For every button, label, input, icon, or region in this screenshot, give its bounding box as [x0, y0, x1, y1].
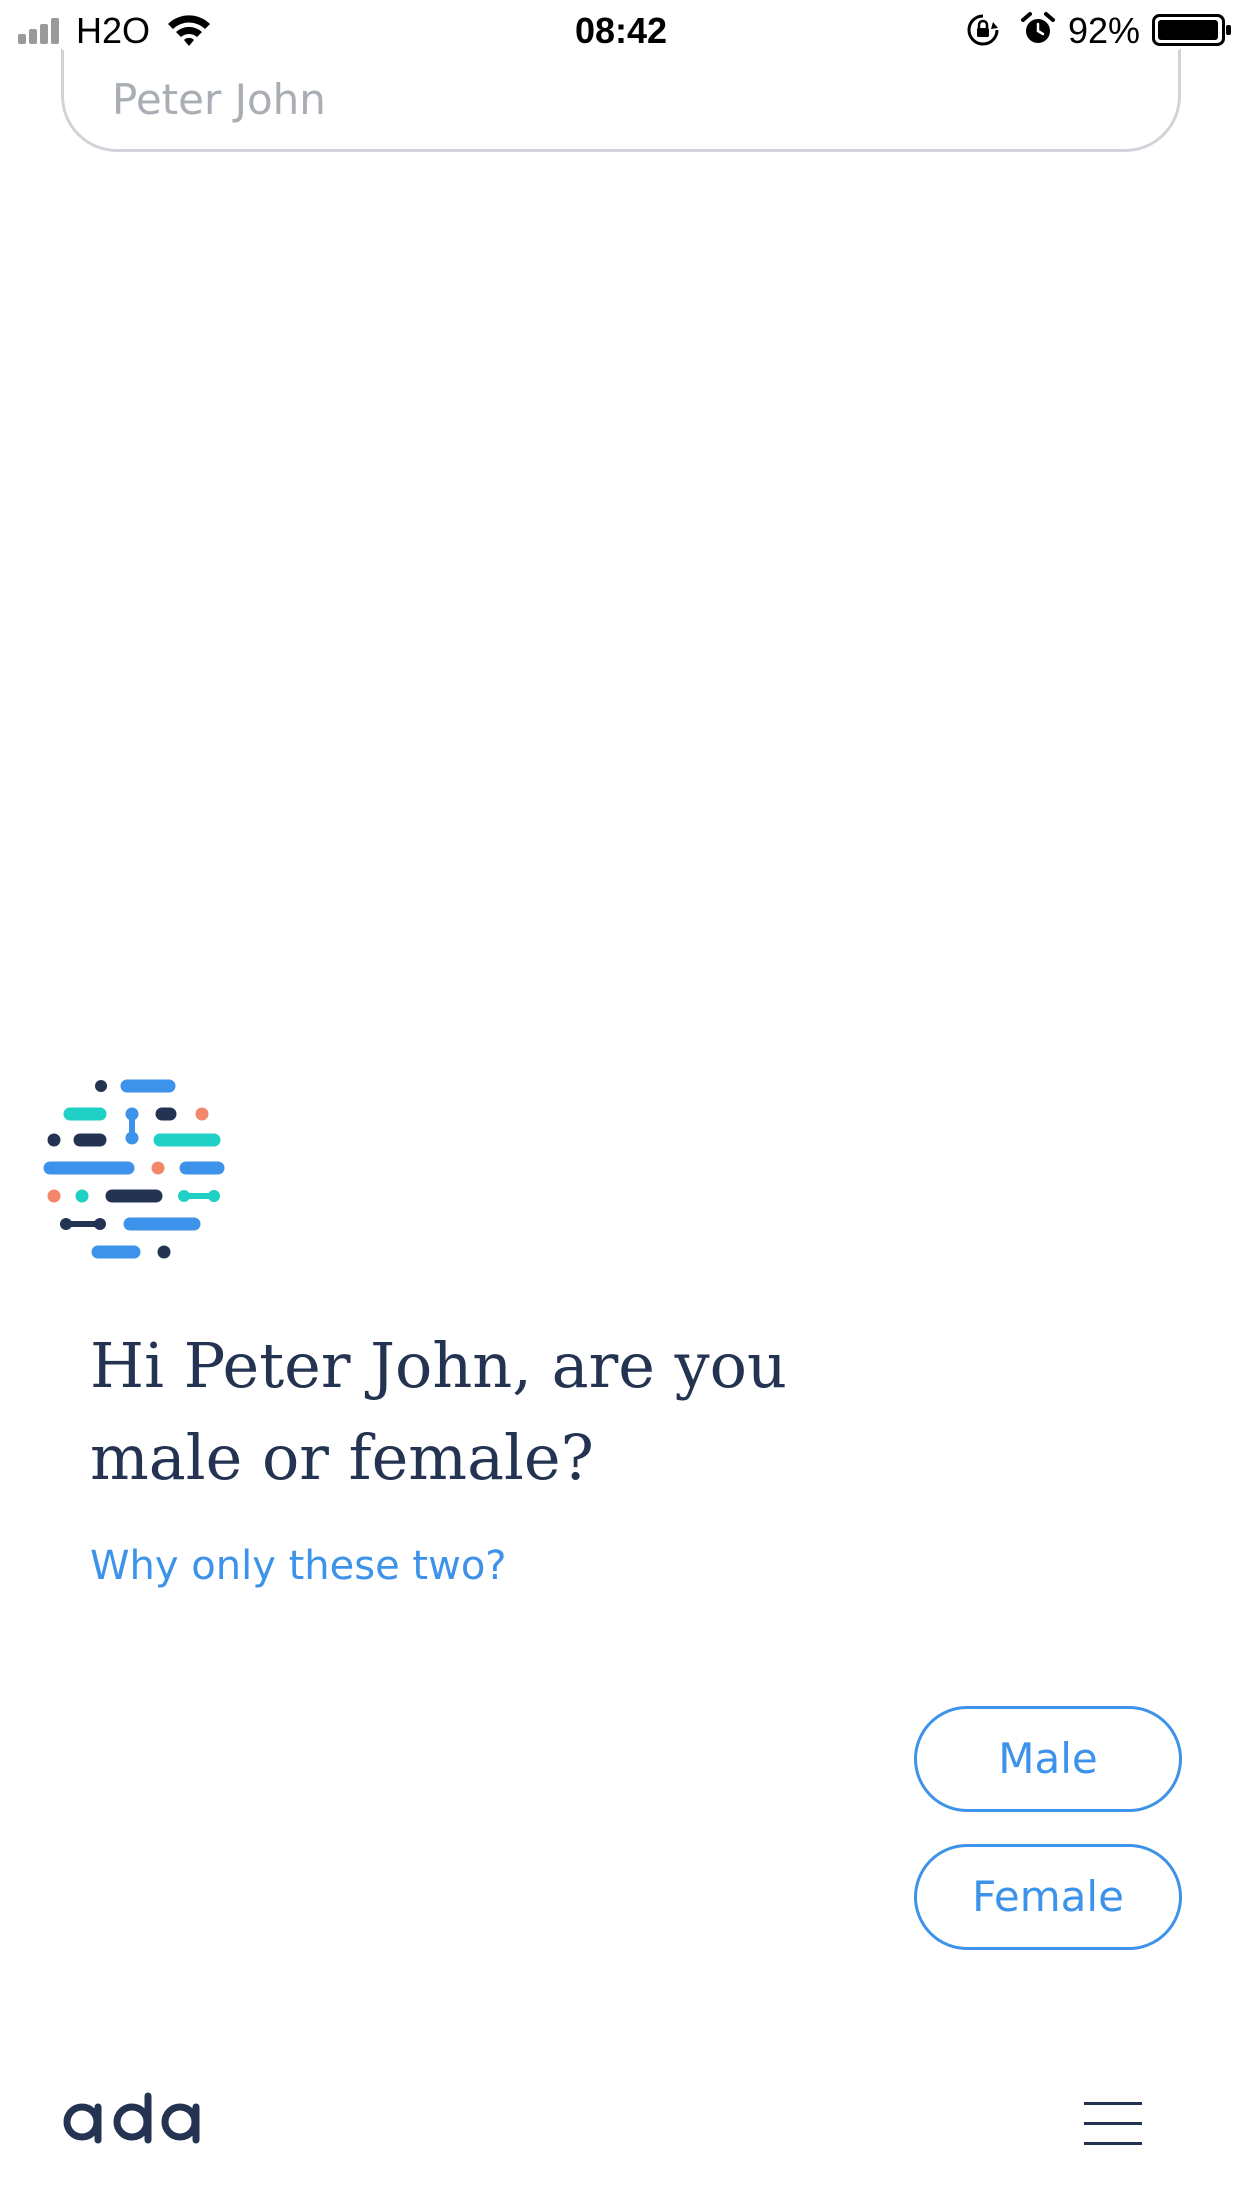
alarm-icon: [1021, 12, 1055, 43]
female-button[interactable]: Female: [914, 1844, 1182, 1950]
name-field[interactable]: [61, 48, 1181, 152]
male-button[interactable]: Male: [914, 1706, 1182, 1812]
ada-avatar-icon: [43, 1079, 225, 1259]
name-input[interactable]: [112, 51, 1112, 147]
question-line-2: male or female?: [90, 1421, 594, 1494]
question-line-1: Hi Peter John, are you: [90, 1329, 787, 1402]
battery-icon: [1152, 14, 1231, 46]
why-only-two-link[interactable]: Why only these two?: [90, 1538, 507, 1594]
chat-question: Hi Peter John, are you male or female?: [90, 1320, 990, 1504]
hamburger-menu-icon[interactable]: [1076, 2094, 1148, 2154]
ada-logo: [63, 2092, 200, 2144]
rotation-lock-icon: [967, 14, 999, 46]
